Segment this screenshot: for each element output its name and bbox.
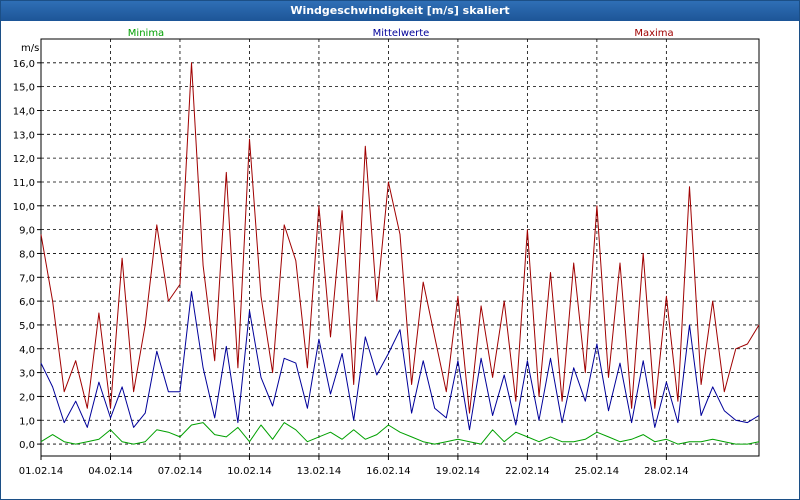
legend-mittelwerte: Mittelwerte [373,28,430,39]
y-tick-label: 5,0 [19,321,35,332]
y-axis-label: m/s [21,43,39,54]
x-tick-label: 19.02.14 [436,466,481,477]
y-tick-label: 9,0 [19,226,35,237]
window-title: Windgeschwindigkeit [m/s] skaliert [1,1,799,21]
legend-minima: Minima [128,28,164,39]
y-tick-label: 15,0 [13,83,35,94]
x-tick-label: 22.02.14 [505,466,550,477]
x-tick-label: 10.02.14 [227,466,272,477]
y-tick-label: 10,0 [13,202,35,213]
x-tick-label: 04.02.14 [88,466,133,477]
x-tick-label: 13.02.14 [297,466,342,477]
y-axis-ticks: 0,0 1,0 2,0 3,0 4,0 5,0 6,0 7,0 8,0 9,0 10,0 11,0 12… [13,59,41,451]
y-tick-label: 7,0 [19,273,35,284]
y-tick-label: 8,0 [19,249,35,260]
y-tick-label: 2,0 [19,392,35,403]
x-tick-label: 25.02.14 [575,466,620,477]
legend-maxima: Maxima [634,28,673,39]
x-tick-label: 28.02.14 [644,466,689,477]
x-tick-label: 16.02.14 [366,466,411,477]
y-tick-label: 4,0 [19,345,35,356]
y-tick-label: 1,0 [19,416,35,427]
y-tick-label: 14,0 [13,106,35,117]
x-axis-ticks: 01.02.14 04.02.14 07.02.14 10.02.14 13.02.14… [19,456,689,477]
y-tick-label: 11,0 [13,178,35,189]
wind-speed-chart: 0,0 1,0 2,0 3,0 4,0 5,0 6,0 7,0 8,0 9,0 10,0 11,0 12… [13,28,760,477]
y-tick-label: 3,0 [19,369,35,380]
y-tick-label: 13,0 [13,130,35,141]
x-tick-label: 01.02.14 [19,466,64,477]
chart-window: Windgeschwindigkeit [m/s] skaliert 0,0 1,… [0,0,800,500]
y-tick-label: 16,0 [13,59,35,70]
y-tick-label: 6,0 [19,297,35,308]
y-tick-label: 12,0 [13,154,35,165]
y-tick-label: 0,0 [19,440,35,451]
x-tick-label: 07.02.14 [158,466,203,477]
